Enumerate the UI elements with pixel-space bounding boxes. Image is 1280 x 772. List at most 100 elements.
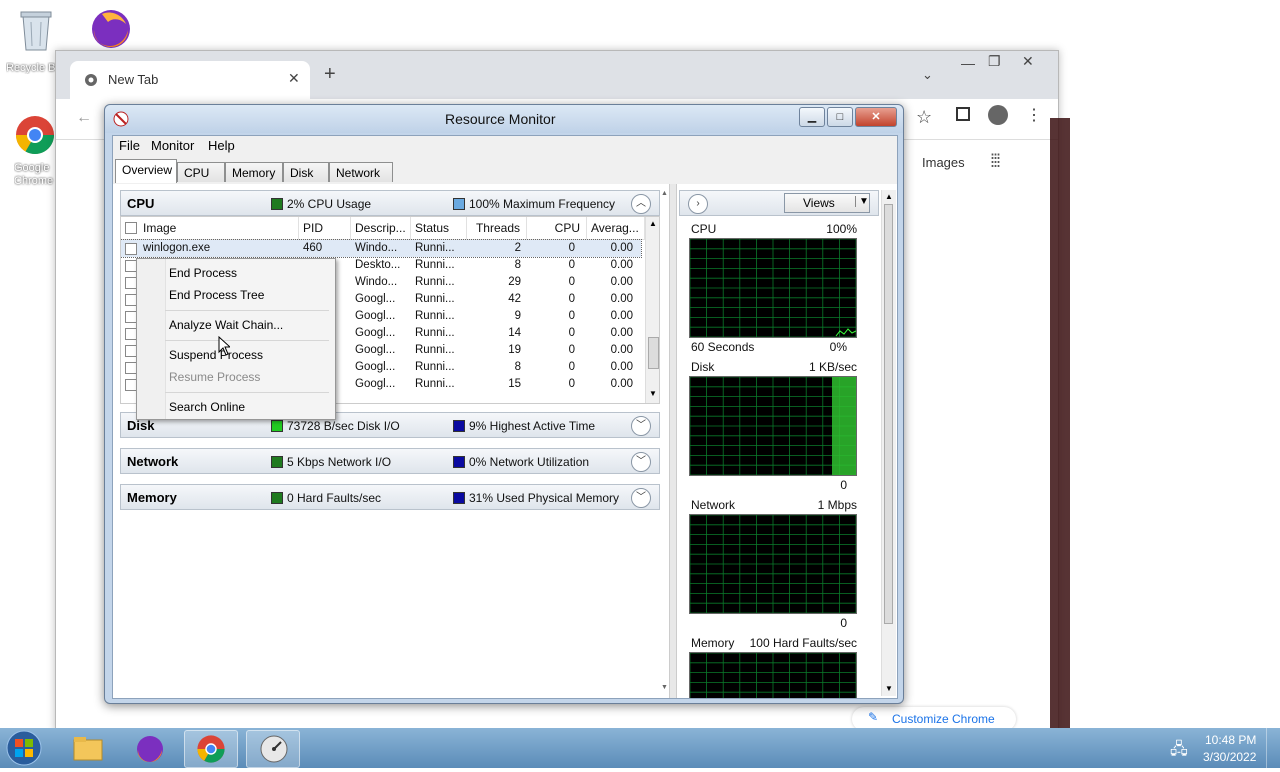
graph-pane-scrollbar[interactable]: ▲ ▼	[881, 190, 896, 696]
scroll-up-icon[interactable]: ▲	[649, 219, 657, 228]
views-label: Views	[803, 196, 835, 210]
menu-monitor[interactable]: Monitor	[151, 138, 194, 153]
menu-help[interactable]: Help	[208, 138, 235, 153]
taskbar-date[interactable]: 3/30/2022	[1203, 750, 1256, 764]
chevron-down-icon[interactable]: ﹀	[631, 488, 651, 508]
firefox-desktop-icon[interactable]	[88, 6, 136, 54]
taskbar-explorer[interactable]	[62, 730, 114, 766]
minimize-button[interactable]: ▁	[799, 107, 825, 127]
new-tab-icon[interactable]: +	[324, 63, 336, 86]
threads-cell: 15	[508, 378, 521, 390]
network-tray-icon[interactable]: 🖧	[1170, 738, 1188, 765]
maximize-icon[interactable]: ❐	[988, 53, 1001, 70]
col-average[interactable]: Averag...	[587, 217, 645, 239]
more-menu-icon[interactable]: ⋮	[1026, 105, 1042, 125]
taskbar-resource-monitor[interactable]	[246, 730, 300, 768]
taskbar-firefox[interactable]	[124, 730, 176, 766]
col-cpu[interactable]: CPU	[527, 217, 587, 239]
title-bar[interactable]: Resource Monitor ▁ □ ✕	[105, 105, 903, 133]
tab-overview[interactable]: Overview	[115, 159, 177, 183]
menu-item-suspend-process[interactable]: Suspend Process	[169, 348, 263, 362]
star-icon[interactable]: ☆	[916, 107, 932, 128]
graph-panel: Memory 100 Hard Faults/sec	[677, 634, 881, 698]
disk-activity-fill	[832, 377, 856, 475]
table-scrollbar[interactable]: ▲ ▼	[645, 217, 659, 403]
col-description[interactable]: Descrip...	[351, 217, 411, 239]
scroll-thumb[interactable]	[884, 204, 893, 624]
scroll-thumb[interactable]	[648, 337, 659, 369]
description-cell: Googl...	[355, 378, 396, 390]
tab-cpu[interactable]: CPU	[177, 162, 225, 182]
menu-item-resume-process[interactable]: Resume Process	[169, 370, 260, 384]
close-icon[interactable]: ✕	[288, 70, 300, 87]
network-util-swatch	[453, 456, 465, 468]
scroll-down-icon[interactable]: ▼	[649, 389, 657, 398]
graph-panel: Network 1 Mbps 0	[677, 496, 881, 634]
col-status[interactable]: Status	[411, 217, 467, 239]
threads-cell: 14	[508, 327, 521, 339]
average-cell: 0.00	[610, 293, 633, 305]
menu-file[interactable]: File	[119, 138, 140, 153]
network-section-header[interactable]: Network 5 Kbps Network I/O 0% Network Ut…	[120, 448, 660, 474]
graph-max-label: 1 KB/sec	[808, 360, 857, 374]
graph-footer-left: 60 Seconds	[691, 340, 755, 354]
col-threads[interactable]: Threads	[467, 217, 527, 239]
threads-cell: 9	[514, 310, 521, 322]
back-arrow-icon[interactable]: ←	[76, 109, 92, 127]
col-image[interactable]: Image	[139, 217, 299, 239]
chrome-tab[interactable]: New Tab ✕	[70, 61, 310, 99]
cpu-cell: 0	[568, 344, 575, 356]
pane-splitter[interactable]	[669, 184, 677, 698]
tab-disk[interactable]: Disk	[283, 162, 329, 182]
cpu-section-header[interactable]: CPU 2% CPU Usage 100% Maximum Frequency …	[120, 190, 660, 216]
images-link[interactable]: Images	[922, 155, 965, 170]
apps-grid-icon[interactable]: ⁞⁞⁞	[990, 151, 1001, 172]
graph-max-label: 100%	[826, 222, 857, 236]
show-desktop-button[interactable]	[1266, 728, 1280, 768]
mouse-cursor-icon	[218, 336, 230, 356]
memory-section-title: Memory	[127, 490, 177, 505]
memory-used-swatch	[453, 492, 465, 504]
cpu-cell: 0	[568, 259, 575, 271]
close-window-icon[interactable]: ✕	[1022, 53, 1034, 70]
cpu-usage-text: 2% CPU Usage	[287, 197, 372, 211]
scroll-down-icon[interactable]: ▼	[661, 684, 668, 691]
chevron-up-icon[interactable]: ︿	[631, 194, 651, 214]
status-cell: Runni...	[415, 378, 455, 390]
menu-item-end-process-tree[interactable]: End Process Tree	[169, 288, 264, 302]
dropdown-arrow-icon: ▼	[855, 196, 869, 207]
taskbar-chrome[interactable]	[184, 730, 238, 768]
scroll-down-icon[interactable]: ▼	[885, 684, 893, 693]
menu-item-analyze-wait-chain[interactable]: Analyze Wait Chain...	[169, 318, 283, 332]
minimize-icon[interactable]: —	[961, 55, 975, 71]
select-all-checkbox[interactable]	[125, 222, 137, 234]
chevron-down-icon[interactable]: ⌄	[922, 67, 933, 83]
views-dropdown[interactable]: Views ▼	[784, 193, 870, 213]
taskbar-time[interactable]: 10:48 PM	[1205, 733, 1256, 747]
col-pid[interactable]: PID	[299, 217, 351, 239]
start-button[interactable]	[4, 729, 44, 767]
context-menu-gutter	[137, 259, 166, 419]
scroll-up-icon[interactable]: ▲	[661, 190, 668, 197]
status-cell: Runni...	[415, 327, 455, 339]
chevron-down-icon[interactable]: ﹀	[631, 452, 651, 472]
tab-memory[interactable]: Memory	[225, 162, 283, 182]
chevron-right-icon[interactable]: ›	[688, 194, 708, 214]
side-panel-icon[interactable]	[956, 107, 970, 121]
graph-canvas	[689, 376, 857, 476]
table-row[interactable]: winlogon.exe 460 Windo... Runni... 2 0 0.00	[121, 239, 642, 258]
maximize-button[interactable]: □	[827, 107, 853, 127]
memory-section-header[interactable]: Memory 0 Hard Faults/sec 31% Used Physic…	[120, 484, 660, 510]
row-checkbox[interactable]	[125, 243, 137, 255]
tab-network[interactable]: Network	[329, 162, 393, 182]
chevron-down-icon[interactable]: ﹀	[631, 416, 651, 436]
menu-item-search-online[interactable]: Search Online	[169, 400, 245, 414]
graph-canvas	[689, 238, 857, 338]
threads-cell: 8	[514, 361, 521, 373]
close-button[interactable]: ✕	[855, 107, 897, 127]
menu-item-end-process[interactable]: End Process	[169, 266, 237, 280]
left-pane-scrollbar[interactable]: ▲ ▼	[661, 190, 669, 696]
graph-max-label: 100 Hard Faults/sec	[749, 636, 857, 650]
scroll-up-icon[interactable]: ▲	[885, 192, 893, 201]
profile-icon[interactable]	[988, 105, 1008, 125]
